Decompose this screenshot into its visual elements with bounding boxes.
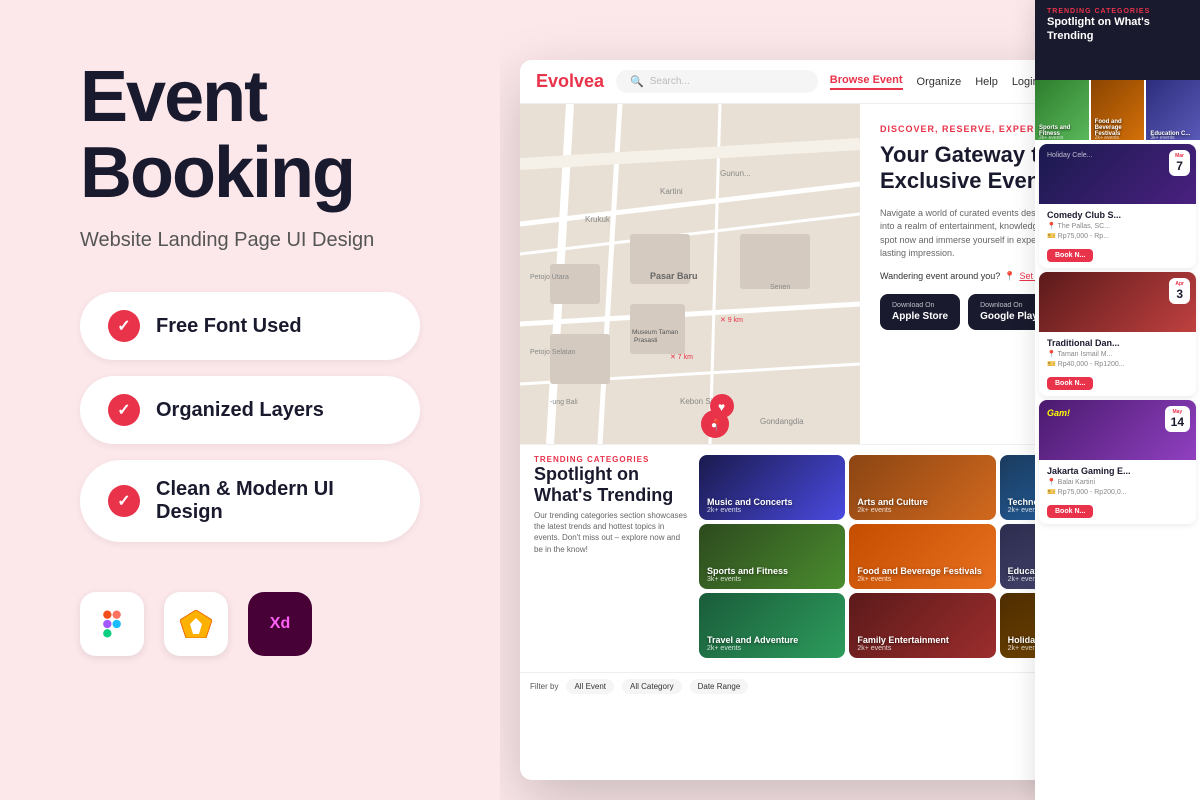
svg-text:Krukuk: Krukuk <box>585 215 611 224</box>
event-name-traditional: Traditional Dan... <box>1047 338 1188 348</box>
event-name-jakarta: Jakarta Gaming E... <box>1047 466 1188 476</box>
svg-text:✕ 9 km: ✕ 9 km <box>720 317 743 324</box>
category-arts[interactable]: Arts and Culture 2k+ events <box>849 455 995 520</box>
category-family[interactable]: Family Entertainment 2k+ events <box>849 593 995 658</box>
thumb-sports[interactable]: Sports and Fitness 2k+ events <box>1035 80 1089 140</box>
sketch-icon <box>164 592 228 656</box>
thumb-food[interactable]: Food and Beverage Festivals 2k+ events <box>1091 80 1145 140</box>
svg-text:✕ 7 km: ✕ 7 km <box>670 354 693 361</box>
filter-all-category[interactable]: All Category <box>622 679 682 694</box>
event-location-comedy: 📍 The Pallas, SC... <box>1047 222 1188 230</box>
trending-label: TRENDING CATEGORIES <box>534 455 689 464</box>
svg-text:Petojo Selatan: Petojo Selatan <box>530 349 576 356</box>
side-trending-label: TRENDING CATEGORIES <box>1047 8 1188 15</box>
svg-text:Kartini: Kartini <box>660 187 683 196</box>
svg-text:Gondangdia: Gondangdia <box>760 417 804 426</box>
evolvea-logo: Evolvea <box>536 71 604 92</box>
nav-browse[interactable]: Browse Event <box>830 74 903 90</box>
thumb-edu[interactable]: Education C... 3k+ events <box>1146 80 1200 140</box>
event-card-jakarta: May 14 Gam! Jakarta Gaming E... 📍 Balai … <box>1039 400 1196 524</box>
check-icon-3: ✓ <box>108 485 140 517</box>
nav-help[interactable]: Help <box>975 76 998 88</box>
event-card-info-jakarta: Jakarta Gaming E... 📍 Balai Kartini 🎫 Rp… <box>1039 460 1196 524</box>
map-svg: Krukuk Kartini Gunun... Petojo Utara Pas… <box>520 104 860 444</box>
filter-label: Filter by <box>530 682 558 691</box>
feature-item-free-font: ✓ Free Font Used <box>80 292 420 360</box>
feature-item-clean-ui: ✓ Clean & Modern UI Design <box>80 460 420 542</box>
search-icon: 🔍 <box>630 75 644 88</box>
subtitle: Website Landing Page UI Design <box>80 229 440 252</box>
spotlight-left: TRENDING CATEGORIES Spotlight on What's … <box>534 455 689 662</box>
right-panel: Evolvea 🔍 Search... Browse Event Organiz… <box>500 0 1200 800</box>
svg-text:♥: ♥ <box>718 400 725 414</box>
filter-all-event[interactable]: All Event <box>566 679 614 694</box>
feature-list: ✓ Free Font Used ✓ Organized Layers ✓ Cl… <box>80 292 440 542</box>
feature-item-organized-layers: ✓ Organized Layers <box>80 376 420 444</box>
svg-text:Museum Taman: Museum Taman <box>632 329 679 336</box>
event-date-traditional: Apr 3 <box>1169 278 1190 304</box>
check-icon: ✓ <box>108 310 140 342</box>
main-map-pin: ♥ <box>710 394 734 429</box>
category-food[interactable]: Food and Beverage Festivals 2k+ events <box>849 524 995 589</box>
feature-label-free-font: Free Font Used <box>156 315 302 338</box>
category-travel[interactable]: Travel and Adventure 2k+ events <box>699 593 845 658</box>
side-trending-title: Spotlight on What's Trending <box>1047 15 1188 44</box>
event-location-jakarta: 📍 Balai Kartini <box>1047 478 1188 486</box>
category-music[interactable]: Music and Concerts 2k+ events <box>699 455 845 520</box>
event-img-holiday: Mar 7 Holiday Cele... <box>1039 144 1196 204</box>
events-panel: TRENDING CATEGORIES Spotlight on What's … <box>1035 0 1200 800</box>
event-date-jakarta: May 14 <box>1165 406 1190 432</box>
event-img-traditional: Apr 3 <box>1039 272 1196 332</box>
svg-text:Pasar Baru: Pasar Baru <box>650 271 698 281</box>
event-price-jakarta: 🎫 Rp75,000 - Rp200,0... <box>1047 488 1188 496</box>
book-btn-traditional[interactable]: Book N... <box>1047 377 1093 390</box>
svg-text:Prasasti: Prasasti <box>634 337 657 344</box>
book-btn-jakarta[interactable]: Book N... <box>1047 505 1093 518</box>
event-date-holiday: Mar 7 <box>1169 150 1190 176</box>
side-trending-bar: TRENDING CATEGORIES Spotlight on What's … <box>1035 0 1200 80</box>
event-price-comedy: 🎫 Rp75,000 - Rp... <box>1047 232 1188 240</box>
search-bar[interactable]: 🔍 Search... <box>616 70 818 93</box>
apple-store-btn[interactable]: Download On Apple Store <box>880 294 960 330</box>
spotlight-title: Spotlight on What's Trending <box>534 464 689 506</box>
feature-label-organized-layers: Organized Layers <box>156 399 324 422</box>
figma-icon <box>80 592 144 656</box>
event-name-comedy: Comedy Club S... <box>1047 210 1188 220</box>
top-thumbs: Sports and Fitness 2k+ events Food and B… <box>1035 80 1200 140</box>
event-card-traditional: Apr 3 Traditional Dan... 📍 Taman Ismail … <box>1039 272 1196 396</box>
event-img-jakarta: May 14 Gam! <box>1039 400 1196 460</box>
event-card-holiday: Mar 7 Holiday Cele... Comedy Club S... 📍… <box>1039 144 1196 268</box>
svg-text:-ung Bali: -ung Bali <box>550 399 578 406</box>
spotlight-desc: Our trending categories section showcase… <box>534 510 689 555</box>
nav-organize[interactable]: Organize <box>917 76 962 88</box>
filter-date-range[interactable]: Date Range <box>690 679 749 694</box>
left-panel: Event Booking Website Landing Page UI De… <box>0 0 500 800</box>
event-card-info-holiday: Comedy Club S... 📍 The Pallas, SC... 🎫 R… <box>1039 204 1196 268</box>
tool-icons: Xd <box>80 592 440 656</box>
event-price-traditional: 🎫 Rp40,000 - Rp1200... <box>1047 360 1188 368</box>
xd-icon: Xd <box>248 592 312 656</box>
book-btn-comedy[interactable]: Book N... <box>1047 249 1093 262</box>
svg-text:Petojo Utara: Petojo Utara <box>530 274 569 281</box>
check-icon-2: ✓ <box>108 394 140 426</box>
feature-label-clean-ui: Clean & Modern UI Design <box>156 478 392 524</box>
svg-text:Gunun...: Gunun... <box>720 169 751 178</box>
svg-text:Senen: Senen <box>770 284 790 291</box>
category-sports[interactable]: Sports and Fitness 3k+ events <box>699 524 845 589</box>
event-card-info-traditional: Traditional Dan... 📍 Taman Ismail M... 🎫… <box>1039 332 1196 396</box>
main-title: Event Booking <box>80 60 440 211</box>
event-location-traditional: 📍 Taman Ismail M... <box>1047 350 1188 358</box>
